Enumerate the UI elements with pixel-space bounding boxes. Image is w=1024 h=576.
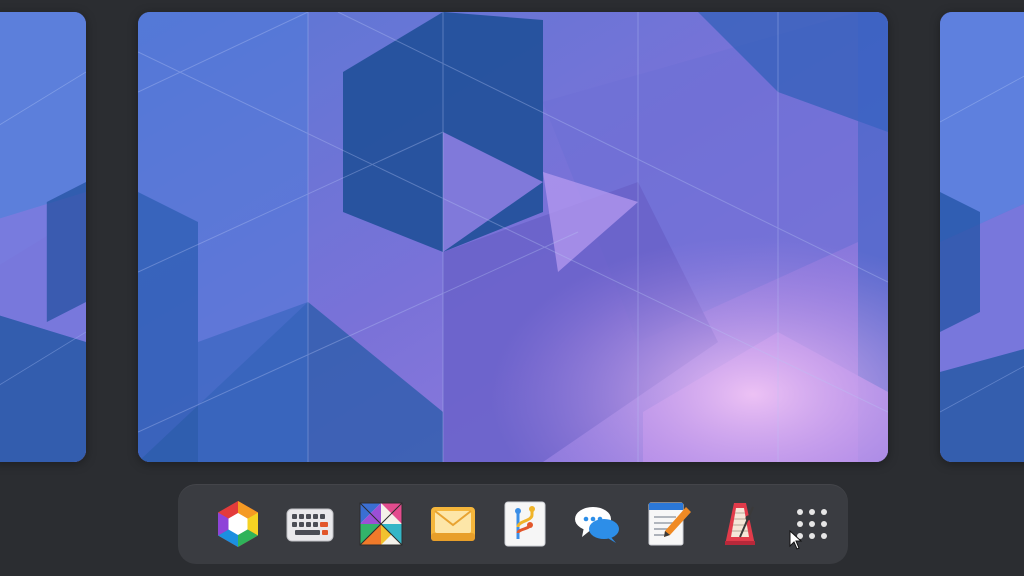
dock-item-mail[interactable]: [417, 494, 489, 554]
mail-icon: [431, 507, 476, 541]
git-icon: [504, 501, 546, 547]
metronome-icon: [725, 503, 756, 545]
dock-item-git[interactable]: [489, 494, 561, 554]
dock-item-metronome[interactable]: [704, 494, 776, 554]
dock-item-keyboard[interactable]: [274, 494, 346, 554]
dock: [178, 484, 848, 564]
wallpaper-left: [0, 12, 86, 462]
chat-icon: [574, 507, 619, 543]
dock-item-tangram[interactable]: [346, 494, 418, 554]
dock-item-app-center[interactable]: [202, 494, 274, 554]
app-grid-icon: [797, 509, 828, 539]
text-editor-icon: [648, 502, 691, 546]
app-center-icon: [217, 501, 258, 547]
keyboard-icon: [286, 508, 334, 542]
workspace-thumbnail-previous[interactable]: [0, 12, 86, 462]
workspace-thumbnail-next[interactable]: [940, 12, 1024, 462]
workspace-thumbnail-current[interactable]: [138, 12, 888, 462]
dock-item-text-editor[interactable]: [633, 494, 705, 554]
wallpaper-center: [138, 12, 888, 462]
workspace-overview: [0, 0, 1024, 576]
tangram-icon: [359, 502, 403, 546]
wallpaper-right: [940, 12, 1024, 462]
dock-item-chat[interactable]: [561, 494, 633, 554]
dock-item-app-grid[interactable]: [776, 494, 848, 554]
